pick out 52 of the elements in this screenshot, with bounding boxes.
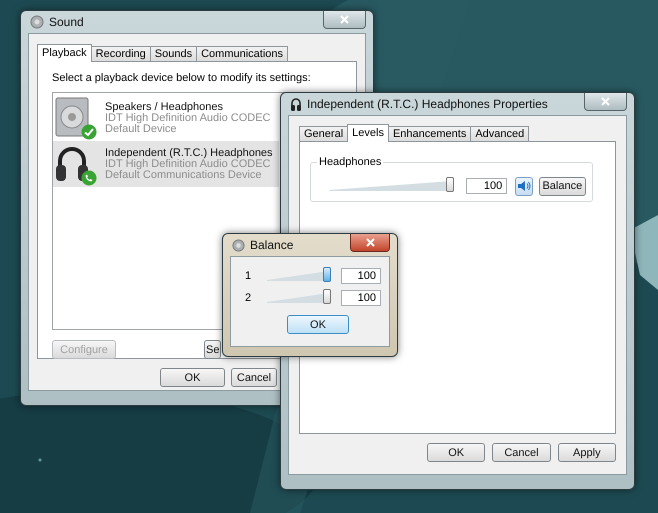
device-driver: IDT High Definition Audio CODEC <box>105 158 270 170</box>
dialog-button[interactable]: Cancel <box>492 443 551 462</box>
device-status: Default Communications Device <box>105 170 263 180</box>
level-field[interactable]: 100 <box>340 268 381 284</box>
speaker-icon <box>30 15 44 29</box>
ok-button[interactable]: OK <box>287 315 349 334</box>
device-name: Speakers / Headphones <box>105 102 224 112</box>
slider-thumb[interactable] <box>322 289 331 304</box>
tab[interactable]: General <box>299 126 348 141</box>
close-icon <box>601 97 610 106</box>
tab[interactable]: Sounds <box>150 46 198 61</box>
speaker-icon <box>232 238 245 252</box>
level-field[interactable]: 100 <box>340 290 381 306</box>
slider-thumb[interactable] <box>446 177 454 192</box>
device-name: Independent (R.T.C.) Headphones <box>105 148 273 158</box>
dialog-button[interactable]: OK <box>160 368 225 387</box>
balance-slider[interactable] <box>266 270 329 282</box>
close-button[interactable] <box>323 11 366 29</box>
channel-label: 1 <box>245 270 252 282</box>
balance-slider[interactable] <box>266 292 329 304</box>
set-default-button[interactable]: Se <box>204 340 221 359</box>
channel-label: 2 <box>245 292 252 304</box>
window-title: Balance <box>250 238 294 252</box>
device-status: Default Device <box>105 124 178 134</box>
group-label: Headphones <box>317 156 384 168</box>
volume-slider[interactable] <box>329 180 452 192</box>
tab[interactable]: Enhancements <box>388 126 472 141</box>
tab[interactable]: Playback <box>37 44 92 62</box>
close-button[interactable] <box>350 234 390 252</box>
tab[interactable]: Levels <box>347 124 389 142</box>
device-driver: IDT High Definition Audio CODEC <box>105 112 270 124</box>
dialog-button[interactable]: Cancel <box>231 368 277 387</box>
window-title: Independent (R.T.C.) Headphones Properties <box>307 97 548 111</box>
device-item[interactable]: Speakers / Headphones IDT High Definition Audio CODEC Default Device <box>53 95 279 141</box>
speaker-icon <box>55 97 89 137</box>
tab[interactable]: Advanced <box>470 126 530 141</box>
window-title: Sound <box>49 15 84 29</box>
dialog-button[interactable]: Apply <box>558 443 616 462</box>
device-item[interactable]: Independent (R.T.C.) Headphones IDT High Definition Audio CODEC Default Communications Device <box>53 141 279 187</box>
instruction-text: Select a playback device below to modify its settings: <box>52 72 312 84</box>
close-icon <box>366 238 374 247</box>
headphones-icon <box>290 97 302 111</box>
tab[interactable]: Recording <box>90 46 151 61</box>
close-icon <box>340 15 349 24</box>
close-button[interactable] <box>584 93 627 111</box>
tab[interactable]: Communications <box>196 46 288 61</box>
dialog-button[interactable]: OK <box>427 443 486 462</box>
balance-button[interactable]: Balance <box>538 176 586 196</box>
level-field[interactable]: 100 <box>466 178 508 194</box>
mute-button[interactable] <box>515 176 533 196</box>
slider-thumb[interactable] <box>322 267 331 282</box>
speaker-icon <box>516 180 531 192</box>
